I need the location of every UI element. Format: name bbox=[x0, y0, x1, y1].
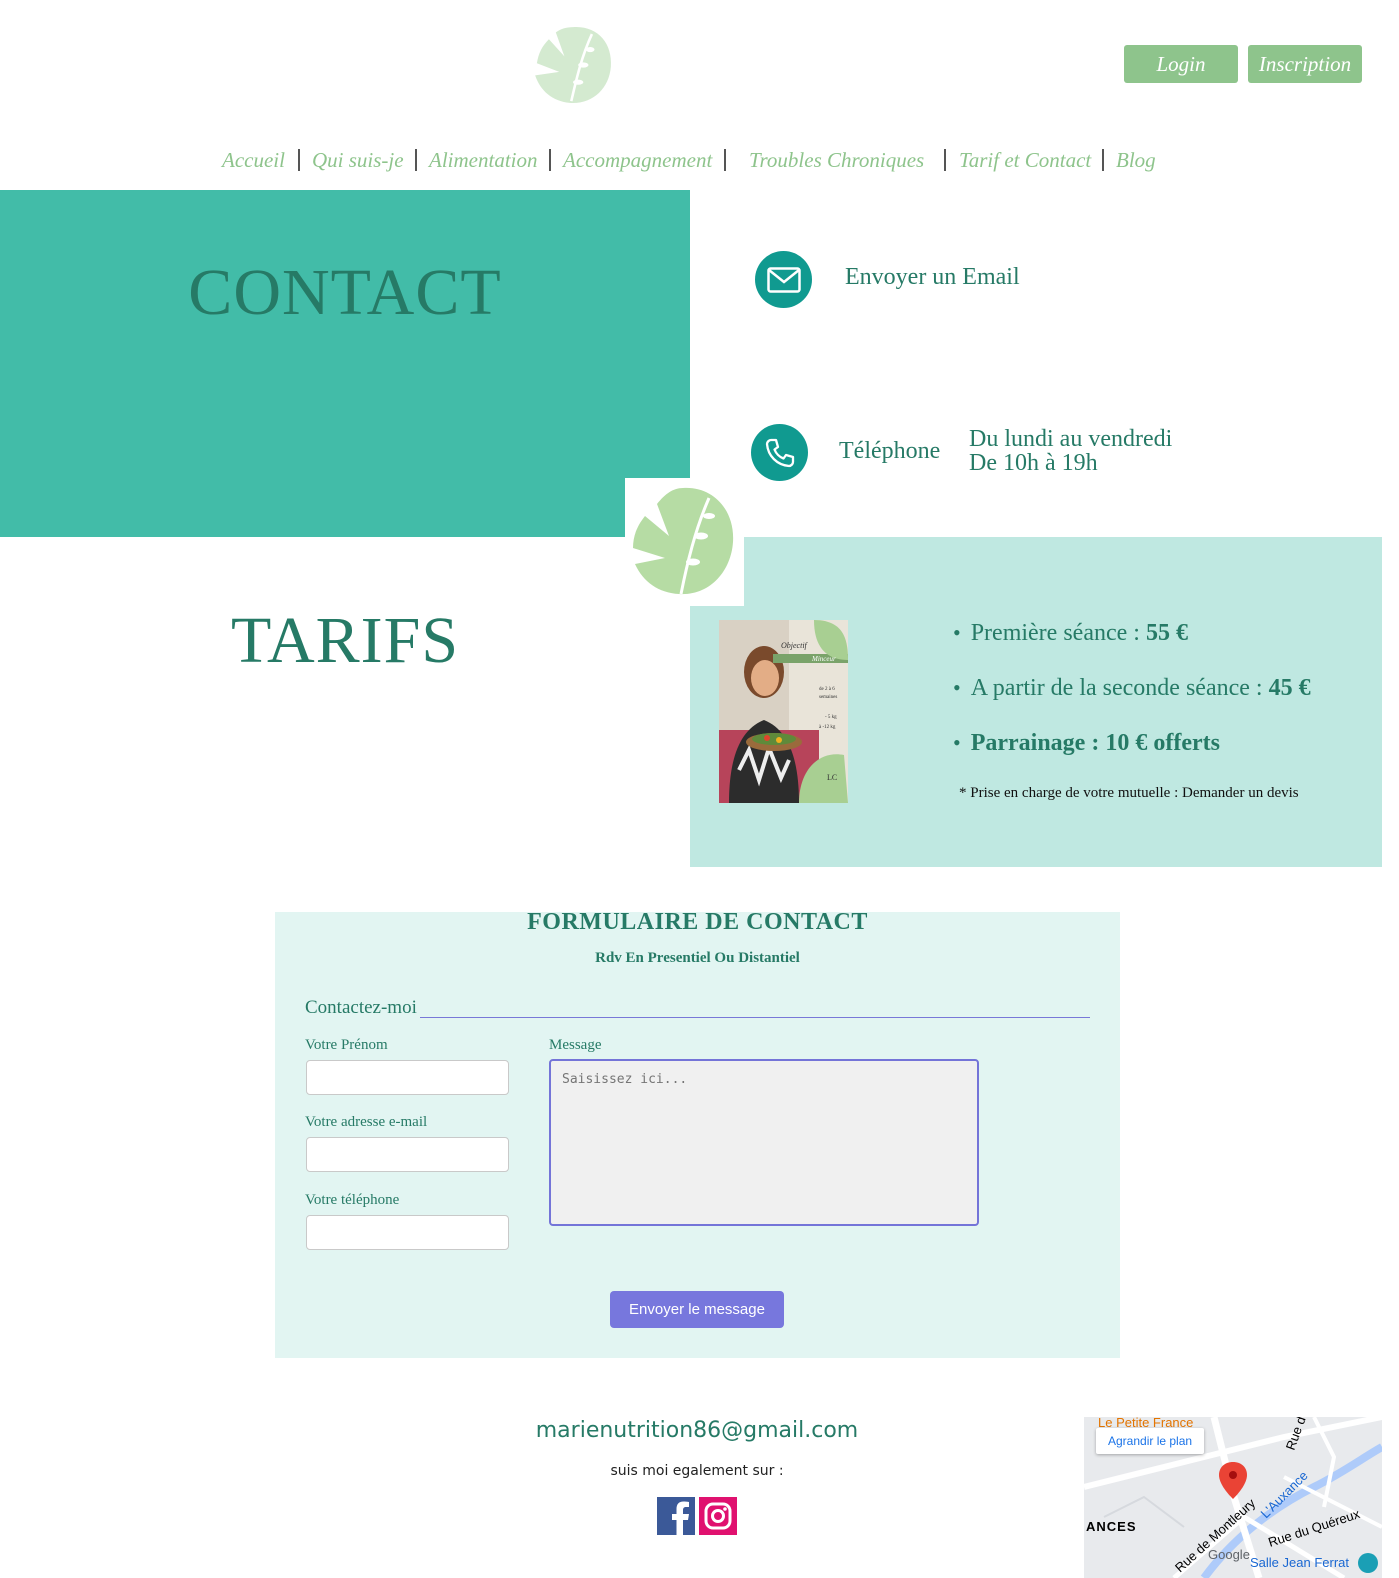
price-label: Première séance : bbox=[970, 620, 1146, 646]
email-field-label: Votre adresse e-mail bbox=[305, 1114, 428, 1130]
monstera-leaf-icon bbox=[625, 478, 744, 606]
phone-icon[interactable] bbox=[751, 424, 808, 481]
facebook-icon[interactable] bbox=[657, 1497, 695, 1535]
nav-item-troubles-chroniques[interactable]: Troubles Chroniques bbox=[749, 144, 924, 176]
nav-item-alimentation[interactable]: Alimentation bbox=[429, 144, 538, 176]
nav-separator bbox=[724, 149, 726, 171]
book-line-objectif: Objectif bbox=[781, 641, 809, 650]
phone-label[interactable]: Téléphone bbox=[839, 438, 940, 465]
book-line-semaines: semaines bbox=[819, 695, 837, 700]
price-value: 45 € bbox=[1268, 675, 1311, 701]
mutuelle-note: * Prise en charge de votre mutuelle : De… bbox=[959, 785, 1299, 801]
email-field[interactable] bbox=[306, 1137, 509, 1172]
logo-monstera-icon[interactable] bbox=[530, 22, 616, 108]
price-value: Parrainage : 10 € offerts bbox=[970, 730, 1220, 756]
form-legend: Contactez-moi bbox=[305, 997, 417, 1018]
price-item-next: A partir de la seconde séance : 45 € bbox=[953, 675, 1311, 730]
nav-separator bbox=[298, 149, 300, 171]
nav-item-accompagnement[interactable]: Accompagnement bbox=[563, 144, 712, 176]
book-line-kg1: - 5 kg bbox=[825, 715, 837, 720]
send-message-button[interactable]: Envoyer le message bbox=[610, 1291, 784, 1328]
login-button[interactable]: Login bbox=[1124, 45, 1238, 83]
instagram-icon[interactable] bbox=[699, 1497, 737, 1535]
nav-item-accueil[interactable]: Accueil bbox=[222, 144, 285, 176]
prenom-label: Votre Prénom bbox=[305, 1037, 388, 1053]
nav-separator bbox=[415, 149, 417, 171]
nav-item-blog[interactable]: Blog bbox=[1116, 144, 1156, 176]
nav-item-tarif-contact[interactable]: Tarif et Contact bbox=[959, 144, 1091, 176]
price-value: 55 € bbox=[1145, 620, 1188, 646]
enlarge-map-button[interactable]: Agrandir le plan bbox=[1096, 1428, 1205, 1454]
prenom-field[interactable] bbox=[306, 1060, 509, 1095]
book-line-kg2: à -12 kg bbox=[819, 725, 836, 730]
nav-separator bbox=[944, 149, 946, 171]
message-textarea[interactable] bbox=[549, 1059, 979, 1226]
book-cover-image: Objectif Minceur de 2 à 6 semaines - 5 k… bbox=[719, 620, 848, 803]
message-label: Message bbox=[549, 1037, 602, 1053]
book-line-minceur: Minceur bbox=[811, 655, 836, 663]
price-label: A partir de la seconde séance : bbox=[970, 675, 1269, 701]
phone-field-label: Votre téléphone bbox=[305, 1192, 400, 1208]
contact-banner bbox=[0, 190, 690, 537]
inscription-button[interactable]: Inscription bbox=[1248, 45, 1362, 83]
main-nav: Accueil Qui suis-je Alimentation Accompa… bbox=[0, 144, 1399, 176]
price-item-parrainage: Parrainage : 10 € offerts bbox=[953, 730, 1311, 785]
nav-item-qui-suis-je[interactable]: Qui suis-je bbox=[312, 144, 404, 176]
form-title: FORMULAIRE DE CONTACT bbox=[527, 909, 868, 935]
book-line-lc: LC bbox=[827, 773, 837, 782]
legend-divider bbox=[420, 1017, 1090, 1018]
tarifs-title: TARIFS bbox=[230, 604, 460, 677]
opening-hours: Du lundi au vendredi De 10h à 19h bbox=[969, 427, 1172, 475]
hours-days: Du lundi au vendredi bbox=[969, 426, 1173, 452]
price-item-first: Première séance : 55 € bbox=[953, 620, 1311, 675]
email-icon[interactable] bbox=[755, 251, 812, 308]
contact-title: CONTACT bbox=[188, 256, 502, 329]
price-list: Première séance : 55 € A partir de la se… bbox=[953, 620, 1311, 785]
map-label-ances: ANCES bbox=[1086, 1519, 1137, 1534]
hours-time: De 10h à 19h bbox=[969, 450, 1098, 476]
nav-separator bbox=[1102, 149, 1104, 171]
map-label-salle-jean-ferrat: Salle Jean Ferrat bbox=[1250, 1555, 1349, 1570]
nav-separator bbox=[549, 149, 551, 171]
google-logo: Google bbox=[1208, 1547, 1250, 1562]
send-email-link[interactable]: Envoyer un Email bbox=[845, 264, 1020, 291]
phone-field[interactable] bbox=[306, 1215, 509, 1250]
book-line-weeks: de 2 à 6 bbox=[819, 687, 835, 692]
form-subtitle: Rdv En Presentiel Ou Distantiel bbox=[595, 950, 800, 966]
